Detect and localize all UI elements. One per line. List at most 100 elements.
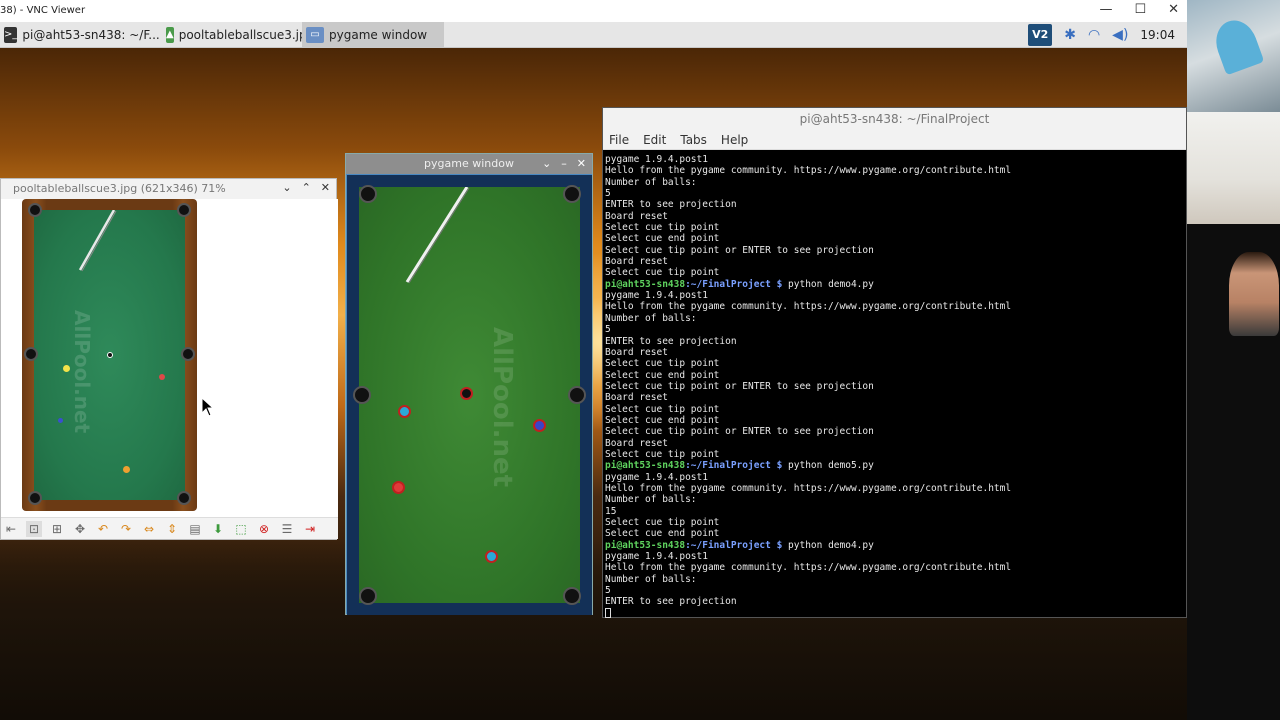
shell-prompt-path: :~/FinalProject $	[685, 278, 783, 290]
terminal-line: Board reset	[605, 210, 668, 222]
terminal-line: ENTER to see projection	[605, 199, 737, 211]
watermark: AllPool.net	[70, 310, 94, 434]
pocket	[28, 491, 42, 505]
terminal-line: 5	[605, 585, 611, 597]
flip-vertical-icon[interactable]: ⇕	[164, 521, 180, 537]
save-icon[interactable]: ⬇	[210, 521, 226, 537]
mouse-pointer-icon	[201, 397, 215, 417]
terminal-output[interactable]: pygame 1.9.4.post1 Hello from the pygame …	[604, 152, 1187, 618]
taskbar-item-pygame[interactable]: ▭ pygame window	[302, 22, 444, 48]
webcam-person-view	[1187, 112, 1280, 336]
menu-help[interactable]: Help	[721, 130, 748, 149]
pocket	[177, 491, 191, 505]
shell-command: python demo4.py	[782, 539, 874, 551]
save-as-icon[interactable]: ⬚	[233, 521, 249, 537]
terminal-title-bar[interactable]: pi@aht53-sn438: ~/FinalProject	[603, 108, 1186, 130]
webcam-background	[1187, 0, 1280, 112]
terminal-cursor-line	[605, 608, 1187, 618]
ball	[159, 374, 165, 380]
ball	[460, 387, 473, 400]
volume-icon[interactable]: ◀)	[1112, 27, 1128, 43]
chevron-up-icon[interactable]: ⌃	[302, 181, 311, 194]
pocket	[24, 347, 38, 361]
terminal-line: Select cue tip point	[605, 517, 720, 528]
previous-icon[interactable]: ⇤	[3, 521, 19, 537]
fit-icon[interactable]: ⊡	[26, 520, 42, 537]
terminal-line: pi@aht53-sn438:~/FinalProject $ python d…	[605, 460, 1187, 471]
pool-table-image: AllPool.net	[22, 199, 197, 511]
terminal-menu-bar: File Edit Tabs Help	[603, 130, 1186, 150]
open-file-icon[interactable]: ▤	[187, 521, 203, 537]
pocket	[181, 347, 195, 361]
rotate-right-icon[interactable]: ↷	[118, 521, 134, 537]
terminal-line: Select cue tip point	[605, 448, 720, 460]
taskbar-item-terminal[interactable]: >_ pi@aht53-sn438: ~/F...	[0, 22, 160, 48]
rotate-left-icon[interactable]: ↶	[95, 521, 111, 537]
ball	[398, 405, 411, 418]
image-viewer-toolbar: ⇤ ⊡ ⊞ ✥ ↶ ↷ ⇔ ⇕ ▤ ⬇ ⬚ ⊗ ☰ ⇥	[1, 517, 338, 539]
pygame-window: pygame window ⌄ – ✕ AllPool.net	[345, 153, 593, 615]
minimize-icon[interactable]: –	[561, 154, 567, 174]
taskbar-item-label: pooltableballscue3.jp...	[178, 28, 302, 42]
shell-command: python demo4.py	[782, 278, 874, 290]
close-icon[interactable]: ✕	[1168, 2, 1179, 17]
pygame-canvas[interactable]: AllPool.net	[347, 175, 592, 615]
preferences-icon[interactable]: ☰	[279, 521, 295, 537]
pocket	[563, 587, 581, 605]
taskbar-item-label: pygame window	[329, 28, 428, 42]
close-icon[interactable]: ✕	[577, 154, 586, 174]
image-viewer-title-bar[interactable]: pooltableballscue3.jpg (621x346) 71% ⌄ ⌃…	[1, 179, 336, 199]
terminal-line: Select cue tip point or ENTER to see pro…	[605, 380, 874, 392]
chevron-down-icon[interactable]: ⌄	[542, 154, 551, 174]
vnc-title-bar: 38) - VNC Viewer — ☐ ✕	[0, 0, 1187, 22]
terminal-line: pi@aht53-sn438:~/FinalProject $ python d…	[605, 279, 1187, 290]
shell-prompt-path: :~/FinalProject $	[685, 539, 783, 551]
terminal-line: Hello from the pygame community. https:/…	[605, 562, 1012, 574]
terminal-line: Hello from the pygame community. https:/…	[605, 301, 1012, 313]
terminal-line: 5	[605, 324, 611, 336]
terminal-line: ENTER to see projection	[605, 335, 737, 347]
menu-edit[interactable]: Edit	[643, 130, 666, 149]
quit-icon[interactable]: ⇥	[302, 521, 318, 537]
terminal-line: 5	[605, 188, 611, 200]
terminal-line: Board reset	[605, 256, 668, 268]
maximize-icon[interactable]: ☐	[1134, 2, 1146, 17]
clock: 19:04	[1140, 28, 1175, 42]
shell-prompt-user: pi@aht53-sn438	[605, 460, 686, 472]
image-canvas[interactable]: AllPool.net	[1, 199, 338, 519]
taskbar: >_ pi@aht53-sn438: ~/F... ▲ pooltablebal…	[0, 22, 1187, 48]
close-icon[interactable]: ✕	[321, 181, 330, 194]
pocket	[568, 386, 586, 404]
terminal-line: Select cue tip point	[605, 403, 720, 415]
vnc-server-icon[interactable]: V2	[1028, 24, 1053, 46]
image-viewer-title: pooltableballscue3.jpg (621x346) 71%	[13, 182, 226, 195]
taskbar-item-label: pi@aht53-sn438: ~/F...	[22, 28, 160, 42]
bluetooth-icon[interactable]: ✱	[1064, 27, 1076, 43]
terminal-line: Select cue end point	[605, 233, 720, 245]
delete-icon[interactable]: ⊗	[256, 521, 272, 537]
terminal-line: pygame 1.9.4.post1	[605, 551, 708, 563]
terminal-line: Hello from the pygame community. https:/…	[605, 482, 1012, 494]
menu-tabs[interactable]: Tabs	[680, 130, 707, 149]
terminal-line: 15	[605, 505, 617, 517]
ball	[392, 481, 405, 494]
terminal-line: Select cue tip point or ENTER to see pro…	[605, 426, 874, 438]
taskbar-item-image-viewer[interactable]: ▲ pooltableballscue3.jp...	[162, 22, 302, 48]
ball	[107, 352, 113, 358]
pocket	[359, 587, 377, 605]
terminal-line: Select cue tip point or ENTER to see pro…	[605, 244, 874, 256]
shell-prompt-user: pi@aht53-sn438	[605, 278, 686, 290]
image-icon: ▲	[166, 27, 174, 43]
ball	[58, 418, 63, 423]
table-felt: AllPool.net	[359, 187, 580, 603]
pocket	[563, 185, 581, 203]
flip-horizontal-icon[interactable]: ⇔	[141, 521, 157, 537]
minimize-icon[interactable]: —	[1099, 2, 1112, 17]
fullscreen-icon[interactable]: ✥	[72, 521, 88, 537]
wifi-icon[interactable]: ◠	[1088, 27, 1100, 43]
pygame-title-bar[interactable]: pygame window ⌄ – ✕	[346, 154, 592, 174]
shell-prompt-path: :~/FinalProject $	[685, 460, 783, 472]
original-size-icon[interactable]: ⊞	[49, 521, 65, 537]
menu-file[interactable]: File	[609, 130, 629, 149]
chevron-down-icon[interactable]: ⌄	[282, 181, 291, 194]
